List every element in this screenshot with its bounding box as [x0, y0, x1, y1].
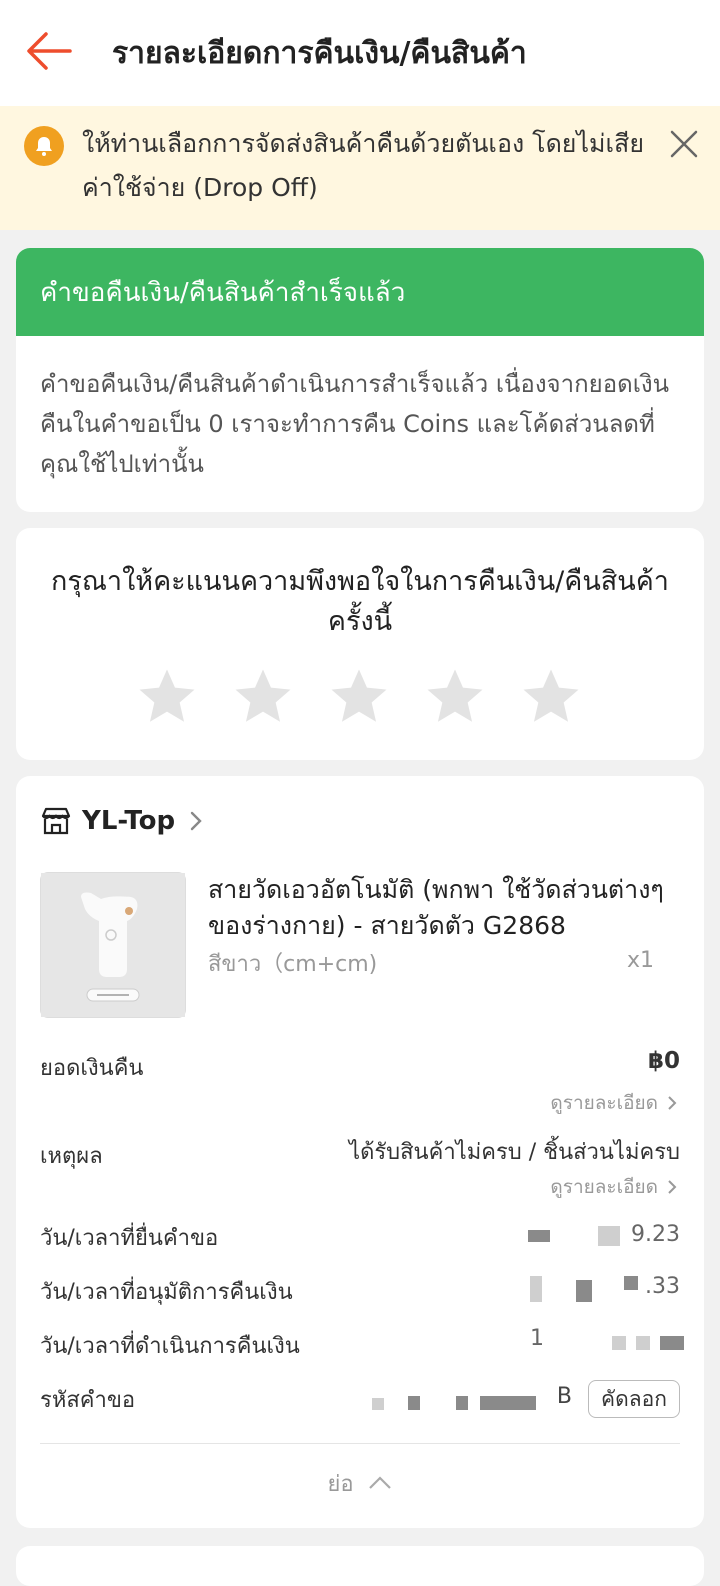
- reason-label: เหตุผล: [40, 1144, 103, 1169]
- refund-details-label: ดูรายละเอียด: [550, 1092, 658, 1114]
- back-arrow-icon[interactable]: [26, 28, 72, 74]
- notice-banner: ให้ท่านเลือกการจัดส่งสินค้าคืนด้วยตันเอง…: [0, 106, 720, 230]
- redacted-block: [598, 1226, 620, 1246]
- status-message: คำขอคืนเงิน/คืนสินค้าดำเนินการสำเร็จแล้ว…: [40, 370, 670, 478]
- star-icon[interactable]: [518, 664, 584, 730]
- copy-button[interactable]: คัดลอก: [588, 1380, 680, 1418]
- star-icon[interactable]: [422, 664, 488, 730]
- chevron-up-icon: [368, 1476, 391, 1489]
- request-detail-card: YL-Top สายวัดเอวอัตโนมัติ (พกพา ใช้วัดส่…: [16, 776, 704, 1528]
- collapse-button[interactable]: ย่อ: [16, 1466, 704, 1501]
- refund-status-card: คำขอคืนเงิน/คืนสินค้าสำเร็จแล้ว คำขอคืนเ…: [16, 248, 704, 512]
- redacted-block: [530, 1276, 542, 1302]
- reason-value: ได้รับสินค้าไม่ครบ / ชิ้นส่วนไม่ครบ: [349, 1140, 680, 1165]
- refund-amount-value: ฿0: [647, 1048, 680, 1074]
- product-thumbnail[interactable]: [40, 872, 186, 1018]
- tape-measure-image: [41, 873, 185, 1017]
- reason-details-label: ดูรายละเอียด: [550, 1176, 658, 1198]
- redacted-block: [624, 1276, 638, 1290]
- chevron-right-icon: [668, 1180, 677, 1194]
- redacted-block: [408, 1396, 420, 1410]
- star-rating: [134, 664, 584, 730]
- chevron-right-icon: [668, 1096, 677, 1110]
- star-icon[interactable]: [134, 664, 200, 730]
- close-icon[interactable]: [668, 128, 700, 160]
- approved-time-label: วัน/เวลาที่อนุมัติการคืนเงิน: [40, 1280, 293, 1305]
- refund-details-link[interactable]: ดูรายละเอียด: [550, 1088, 680, 1118]
- shop-icon: [41, 807, 71, 835]
- processed-time-value: 1: [530, 1326, 544, 1351]
- product-variant: สีขาว（cm+cm): [208, 952, 378, 977]
- chevron-right-icon: [190, 811, 202, 831]
- product-title[interactable]: สายวัดเอวอัตโนมัติ (พกพา ใช้วัดส่วนต่างๆ…: [208, 872, 668, 944]
- divider: [40, 1443, 680, 1444]
- page-title: รายละเอียดการคืนเงิน/คืนสินค้า: [112, 36, 527, 71]
- redacted-block: [636, 1336, 650, 1350]
- request-id-value: B: [556, 1384, 572, 1409]
- shop-link[interactable]: YL-Top: [40, 806, 207, 836]
- redacted-block: [576, 1280, 592, 1302]
- approved-time-value: .33: [645, 1274, 680, 1299]
- app-header: รายละเอียดการคืนเงิน/คืนสินค้า: [0, 0, 720, 106]
- shop-name: YL-Top: [82, 806, 176, 836]
- star-icon[interactable]: [326, 664, 392, 730]
- redacted-block: [480, 1396, 536, 1410]
- next-card: [16, 1546, 704, 1586]
- redacted-block: [660, 1336, 684, 1350]
- rating-question: กรุณาให้คะแนนความพึงพอใจในการคืนเงิน/คืน…: [51, 566, 669, 637]
- bell-icon: [24, 126, 64, 166]
- product-quantity: x1: [626, 948, 654, 973]
- rating-card: กรุณาให้คะแนนความพึงพอใจในการคืนเงิน/คืน…: [16, 528, 704, 760]
- redacted-block: [528, 1230, 550, 1242]
- status-heading: คำขอคืนเงิน/คืนสินค้าสำเร็จแล้ว: [16, 248, 704, 336]
- submitted-time-value: 9.23: [631, 1222, 680, 1247]
- processed-time-label: วัน/เวลาที่ดำเนินการคืนเงิน: [40, 1334, 300, 1359]
- notice-text: ให้ท่านเลือกการจัดส่งสินค้าคืนด้วยตันเอง…: [82, 129, 644, 202]
- reason-details-link[interactable]: ดูรายละเอียด: [550, 1172, 680, 1202]
- redacted-block: [456, 1396, 468, 1410]
- request-id-label: รหัสคำขอ: [40, 1388, 136, 1413]
- redacted-block: [372, 1398, 384, 1410]
- refund-amount-label: ยอดเงินคืน: [40, 1056, 144, 1081]
- redacted-block: [612, 1336, 626, 1350]
- star-icon[interactable]: [230, 664, 296, 730]
- submitted-time-label: วัน/เวลาที่ยื่นคำขอ: [40, 1226, 219, 1251]
- collapse-label: ย่อ: [327, 1472, 354, 1497]
